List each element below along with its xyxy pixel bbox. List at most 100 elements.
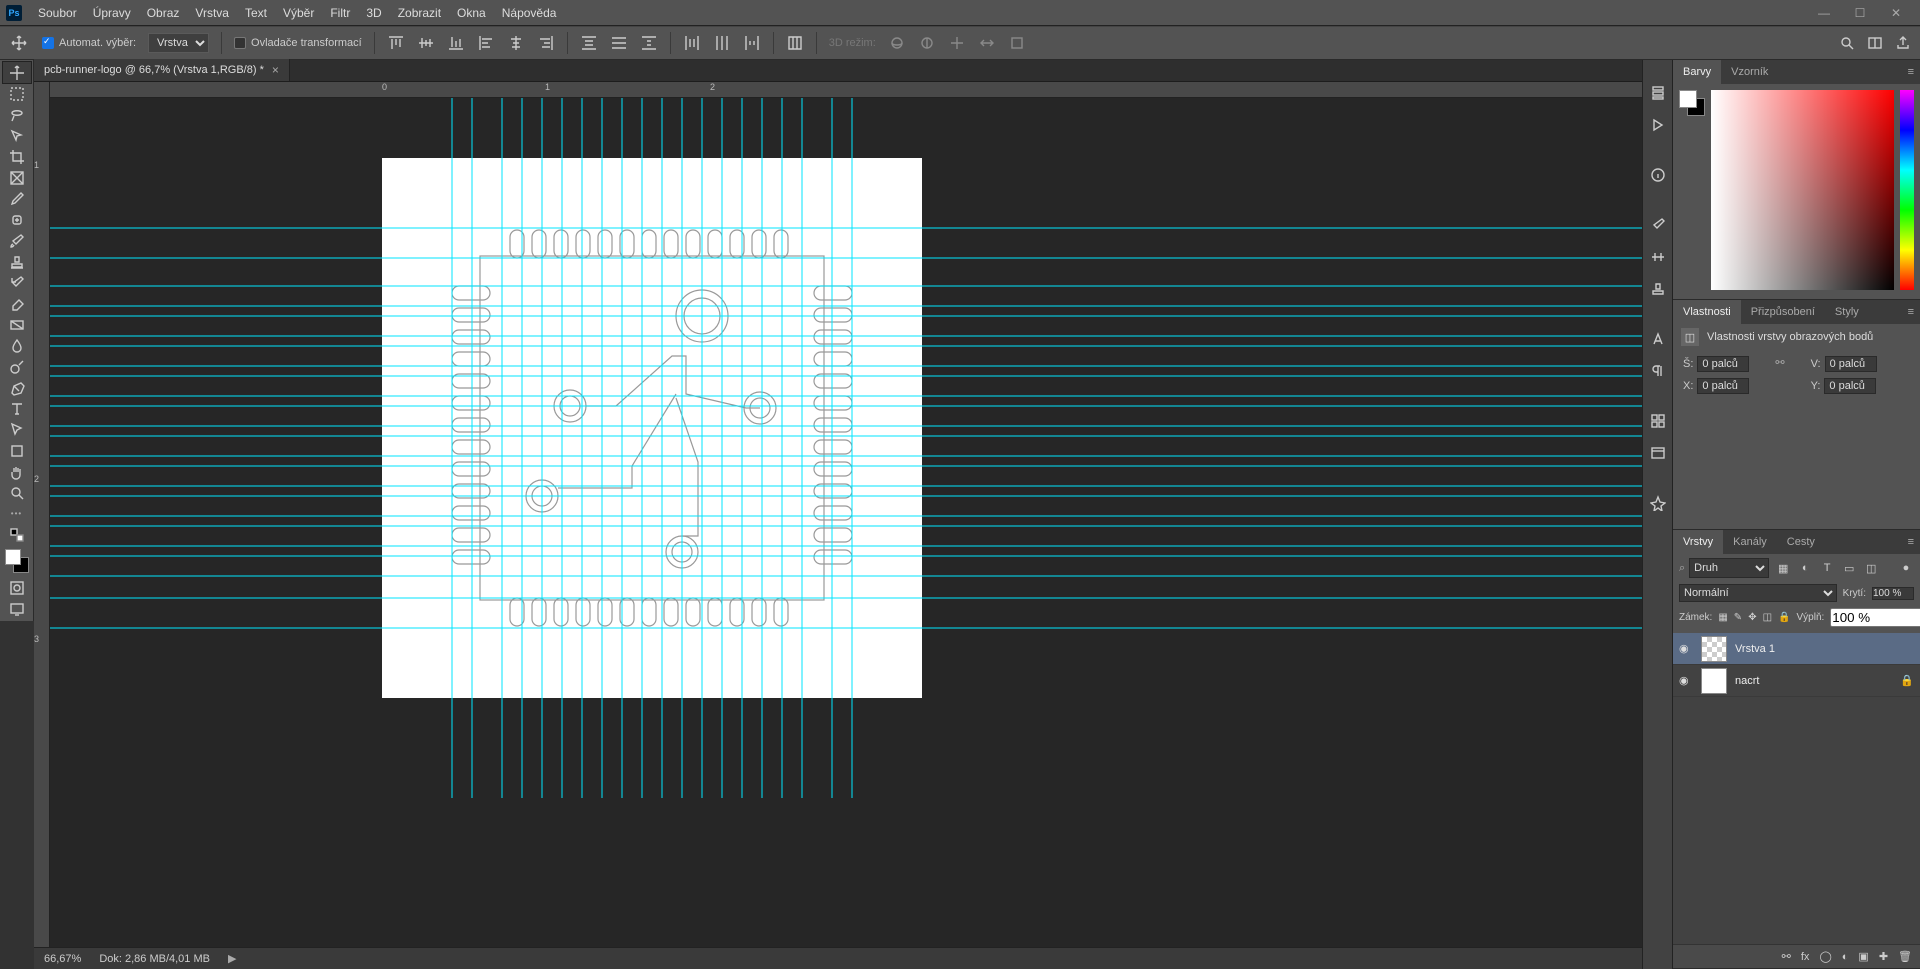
tab-colors[interactable]: Barvy <box>1673 60 1721 84</box>
lock-pos-icon[interactable]: ✥ <box>1748 611 1756 625</box>
filter-toggle-icon[interactable]: ● <box>1898 560 1914 576</box>
menu-text[interactable]: Text <box>237 0 275 26</box>
share-icon[interactable] <box>1894 34 1912 52</box>
lock-trans-icon[interactable]: ▦ <box>1718 611 1727 625</box>
move-tool[interactable] <box>3 62 31 83</box>
menu-image[interactable]: Obraz <box>139 0 188 26</box>
doc-size[interactable]: Dok: 2,86 MB/4,01 MB <box>99 953 210 965</box>
navigator-icon[interactable] <box>1647 492 1669 514</box>
align-top-icon[interactable] <box>387 34 405 52</box>
brushes-icon[interactable] <box>1647 214 1669 236</box>
align-hcenter-icon[interactable] <box>507 34 525 52</box>
mask-icon[interactable]: ◯ <box>1819 950 1831 963</box>
minimize-button[interactable]: — <box>1810 3 1838 23</box>
healing-tool[interactable] <box>3 209 31 230</box>
dist-right-icon[interactable] <box>743 34 761 52</box>
ruler-horizontal[interactable]: 0 1 2 <box>50 82 1672 98</box>
menu-edit[interactable]: Úpravy <box>85 0 139 26</box>
lock-all-icon[interactable]: 🔒 <box>1778 611 1790 625</box>
status-more-icon[interactable]: ▶ <box>228 952 236 965</box>
height-field[interactable] <box>1825 356 1877 372</box>
dist-hcenter-icon[interactable] <box>713 34 731 52</box>
tab-adjustments[interactable]: Přizpůsobení <box>1741 300 1825 324</box>
maximize-button[interactable]: ☐ <box>1846 3 1874 23</box>
panel-menu-icon[interactable]: ≡ <box>1902 306 1920 318</box>
gradient-tool[interactable] <box>3 314 31 335</box>
align-bottom-icon[interactable] <box>447 34 465 52</box>
eyedropper-tool[interactable] <box>3 188 31 209</box>
filter-pixel-icon[interactable]: ▦ <box>1775 560 1791 576</box>
transform-controls-checkbox[interactable]: Ovladače transformací <box>234 37 362 49</box>
dist-vcenter-icon[interactable] <box>610 34 628 52</box>
align-vcenter-icon[interactable] <box>417 34 435 52</box>
link-icon[interactable]: ⚯ <box>1775 356 1784 394</box>
lock-nest-icon[interactable]: ◫ <box>1763 611 1772 625</box>
dodge-tool[interactable] <box>3 356 31 377</box>
tab-channels[interactable]: Kanály <box>1723 530 1777 554</box>
visibility-icon[interactable]: ◉ <box>1679 674 1693 687</box>
workspace-icon[interactable] <box>1866 34 1884 52</box>
path-select-tool[interactable] <box>3 419 31 440</box>
adjustment-icon[interactable]: ◐ <box>1842 951 1849 963</box>
lock-paint-icon[interactable]: ✎ <box>1734 611 1742 625</box>
filter-adjust-icon[interactable]: ◐ <box>1797 560 1813 576</box>
edit-toolbar[interactable]: ••• <box>3 503 31 524</box>
search-icon[interactable] <box>1838 34 1856 52</box>
menu-filter[interactable]: Filtr <box>322 0 358 26</box>
close-icon[interactable]: × <box>272 63 279 77</box>
tab-paths[interactable]: Cesty <box>1777 530 1825 554</box>
layer-name[interactable]: Vrstva 1 <box>1735 643 1775 655</box>
layer-item[interactable]: ◉ nacrt 🔒 <box>1673 665 1920 697</box>
canvas[interactable] <box>50 98 1672 947</box>
color-swatches[interactable] <box>5 549 29 573</box>
layer-thumb[interactable] <box>1701 668 1727 694</box>
layer-kind-select[interactable]: Druh <box>1689 558 1769 578</box>
color-field[interactable] <box>1711 90 1894 290</box>
info-icon[interactable] <box>1647 164 1669 186</box>
layer-item[interactable]: ◉ Vrstva 1 <box>1673 633 1920 665</box>
layer-thumb[interactable] <box>1701 636 1727 662</box>
document-tab[interactable]: pcb-runner-logo @ 66,7% (Vrstva 1,RGB/8)… <box>34 59 290 81</box>
dist-top-icon[interactable] <box>580 34 598 52</box>
brush-settings-icon[interactable] <box>1647 246 1669 268</box>
layer-name[interactable]: nacrt <box>1735 675 1759 687</box>
new-layer-icon[interactable]: ✚ <box>1879 950 1888 963</box>
zoom-tool[interactable] <box>3 482 31 503</box>
width-field[interactable] <box>1697 356 1749 372</box>
default-colors[interactable] <box>3 524 31 545</box>
quickmask-tool[interactable] <box>3 577 31 598</box>
tab-layers[interactable]: Vrstvy <box>1673 530 1723 554</box>
paragraph-icon[interactable] <box>1647 360 1669 382</box>
y-field[interactable] <box>1824 378 1876 394</box>
close-button[interactable]: ✕ <box>1882 3 1910 23</box>
clone-source-icon[interactable] <box>1647 278 1669 300</box>
panel-menu-icon[interactable]: ≡ <box>1902 536 1920 548</box>
filter-shape-icon[interactable]: ▭ <box>1841 560 1857 576</box>
shape-tool[interactable] <box>3 440 31 461</box>
align-right-icon[interactable] <box>537 34 555 52</box>
move-tool-indicator[interactable] <box>8 32 30 54</box>
character-icon[interactable] <box>1647 328 1669 350</box>
fill-field[interactable] <box>1830 608 1920 627</box>
actions-icon[interactable] <box>1647 114 1669 136</box>
visibility-icon[interactable]: ◉ <box>1679 642 1693 655</box>
hand-tool[interactable] <box>3 461 31 482</box>
type-tool[interactable] <box>3 398 31 419</box>
delete-layer-icon[interactable]: 🗑 <box>1898 950 1912 963</box>
pen-tool[interactable] <box>3 377 31 398</box>
auto-select-checkbox[interactable]: Automat. výběr: <box>42 37 136 49</box>
history-icon[interactable] <box>1647 82 1669 104</box>
link-layers-icon[interactable]: ⚯ <box>1782 950 1791 963</box>
zoom-level[interactable]: 66,67% <box>44 953 81 965</box>
dist-bottom-icon[interactable] <box>640 34 658 52</box>
frame-tool[interactable] <box>3 167 31 188</box>
opacity-field[interactable] <box>1872 587 1914 600</box>
blur-tool[interactable] <box>3 335 31 356</box>
menu-window[interactable]: Okna <box>449 0 494 26</box>
brush-tool[interactable] <box>3 230 31 251</box>
swatches-icon[interactable] <box>1647 410 1669 432</box>
screenmode-tool[interactable] <box>3 598 31 619</box>
align-extra-icon[interactable] <box>786 34 804 52</box>
tab-swatches[interactable]: Vzorník <box>1721 60 1778 84</box>
menu-help[interactable]: Nápověda <box>494 0 565 26</box>
